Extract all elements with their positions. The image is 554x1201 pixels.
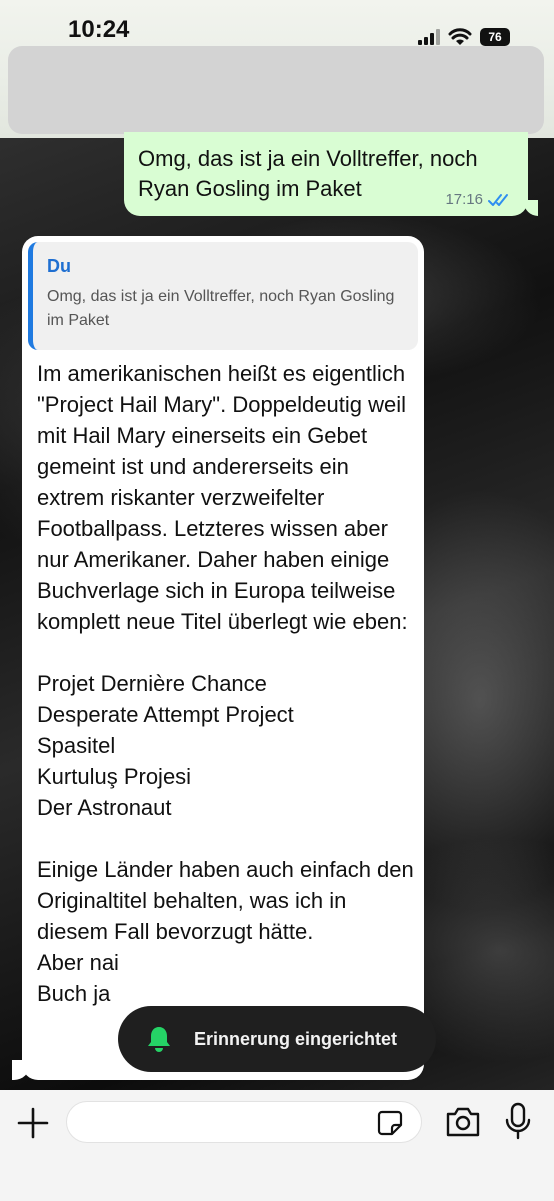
message-input-bar: [0, 1090, 554, 1201]
message-input[interactable]: [66, 1101, 422, 1143]
reminder-toast[interactable]: Erinnerung eingerichtet: [118, 1006, 436, 1072]
bell-icon: [148, 1027, 170, 1052]
microphone-icon[interactable]: [504, 1102, 532, 1142]
toast-text: Erinnerung eingerichtet: [194, 1028, 398, 1049]
incoming-message[interactable]: Du Omg, das ist ja ein Volltreffer, noch…: [22, 236, 424, 1080]
message-time: 17:16: [445, 191, 483, 208]
double-check-icon: [488, 193, 508, 206]
quoted-message[interactable]: Du Omg, das ist ja ein Volltreffer, noch…: [28, 242, 418, 350]
wifi-icon: [448, 28, 472, 45]
quoted-author: Du: [47, 256, 71, 276]
chat-header[interactable]: [8, 46, 544, 134]
incoming-message-text: Im amerikanischen heißt es eigentlich "P…: [37, 361, 414, 1006]
sticker-icon[interactable]: [376, 1109, 404, 1137]
camera-icon[interactable]: [445, 1106, 481, 1138]
status-bar: 10:24 76: [0, 0, 554, 138]
message-meta: 17:16: [445, 191, 512, 208]
plus-icon[interactable]: [14, 1104, 52, 1142]
quoted-text: Omg, das ist ja ein Volltreffer, noch Ry…: [47, 288, 395, 329]
outgoing-message[interactable]: Omg, das ist ja ein Volltreffer, noch Ry…: [124, 132, 538, 216]
status-time: 10:24: [68, 16, 130, 43]
battery-indicator: 76: [480, 28, 510, 46]
cellular-signal-icon: [418, 29, 440, 45]
battery-level: 76: [488, 30, 502, 44]
status-icons: 76: [418, 28, 510, 46]
